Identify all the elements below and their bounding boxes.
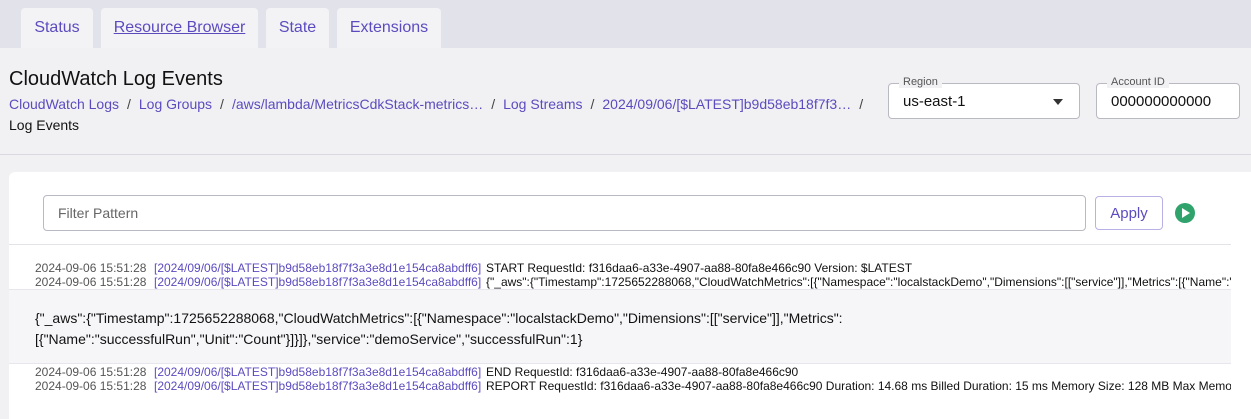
breadcrumb-cloudwatch-logs[interactable]: CloudWatch Logs bbox=[9, 96, 119, 112]
tab-status[interactable]: Status bbox=[21, 8, 93, 48]
log-event-row[interactable]: 2024-09-06 15:51:28 [2024/09/06/[$LATEST… bbox=[9, 261, 1231, 275]
breadcrumb-separator: / bbox=[491, 96, 496, 112]
log-message: END RequestId: f316daa6-a33e-4907-aa88-8… bbox=[486, 365, 799, 379]
log-message: {"_aws":{"Timestamp":1725652288068,"Clou… bbox=[486, 275, 1231, 289]
tab-label: Status bbox=[34, 19, 80, 36]
breadcrumb-separator: / bbox=[126, 96, 131, 112]
log-message: START RequestId: f316daa6-a33e-4907-aa88… bbox=[486, 261, 913, 275]
breadcrumb-log-stream[interactable]: 2024/09/06/[$LATEST]b9d58eb18f7f3… bbox=[602, 96, 851, 112]
log-stream-link[interactable]: [2024/09/06/[$LATEST]b9d58eb18f7f3a3e8d1… bbox=[154, 261, 481, 275]
log-event-row[interactable]: 2024-09-06 15:51:28 [2024/09/06/[$LATEST… bbox=[9, 379, 1231, 393]
breadcrumb-log-group[interactable]: /aws/lambda/MetricsCdkStack-metrics… bbox=[232, 96, 483, 112]
account-id-label: Account ID bbox=[1107, 76, 1169, 88]
account-id-value: 000000000000 bbox=[1111, 93, 1212, 110]
log-timestamp: 2024-09-06 15:51:28 bbox=[35, 261, 147, 275]
log-stream-link[interactable]: [2024/09/06/[$LATEST]b9d58eb18f7f3a3e8d1… bbox=[154, 379, 481, 393]
breadcrumb-log-streams[interactable]: Log Streams bbox=[503, 96, 582, 112]
breadcrumb-separator: / bbox=[590, 96, 595, 112]
panel-divider bbox=[9, 244, 1231, 245]
region-value: us-east-1 bbox=[903, 93, 966, 110]
tab-extensions[interactable]: Extensions bbox=[337, 8, 441, 48]
log-timestamp: 2024-09-06 15:51:28 bbox=[35, 365, 147, 379]
account-id-field[interactable]: Account ID 000000000000 bbox=[1096, 76, 1240, 119]
log-event-row[interactable]: 2024-09-06 15:51:28 [2024/09/06/[$LATEST… bbox=[9, 365, 1231, 379]
page-title: CloudWatch Log Events bbox=[9, 68, 223, 90]
log-timestamp: 2024-09-06 15:51:28 bbox=[35, 275, 147, 289]
expanded-log-message: {"_aws":{"Timestamp":1725652288068,"Clou… bbox=[9, 289, 1231, 364]
apply-button[interactable]: Apply bbox=[1095, 196, 1163, 230]
filter-pattern-input[interactable] bbox=[43, 195, 1086, 231]
region-label: Region bbox=[899, 76, 942, 88]
log-stream-link[interactable]: [2024/09/06/[$LATEST]b9d58eb18f7f3a3e8d1… bbox=[154, 275, 481, 289]
breadcrumb: CloudWatch Logs / Log Groups / /aws/lambda/M… bbox=[9, 94, 879, 136]
breadcrumb-separator: / bbox=[859, 96, 864, 112]
log-timestamp: 2024-09-06 15:51:28 bbox=[35, 379, 147, 393]
expanded-message-text: {"_aws":{"Timestamp":1725652288068,"Clou… bbox=[35, 310, 843, 347]
log-stream-link[interactable]: [2024/09/06/[$LATEST]b9d58eb18f7f3a3e8d1… bbox=[154, 365, 481, 379]
tab-label: Resource Browser bbox=[113, 19, 246, 36]
log-events-panel: Apply 2024-09-06 15:51:28 [2024/09/06/[$… bbox=[9, 172, 1251, 419]
log-event-row[interactable]: 2024-09-06 15:51:28 [2024/09/06/[$LATEST… bbox=[9, 275, 1231, 289]
tab-label: Extensions bbox=[349, 19, 429, 36]
log-message: REPORT RequestId: f316daa6-a33e-4907-aa8… bbox=[486, 379, 1231, 393]
tab-resource-browser[interactable]: Resource Browser bbox=[101, 8, 258, 48]
tab-state[interactable]: State bbox=[266, 8, 329, 48]
tab-bar: Status Resource Browser State Extensions bbox=[0, 0, 1251, 48]
play-icon[interactable] bbox=[1175, 203, 1195, 223]
breadcrumb-separator: / bbox=[220, 96, 224, 112]
breadcrumb-log-groups[interactable]: Log Groups bbox=[139, 96, 212, 112]
header-divider bbox=[0, 154, 1251, 155]
breadcrumb-current: Log Events bbox=[9, 117, 80, 133]
region-select[interactable]: Region us-east-1 bbox=[888, 76, 1080, 119]
chevron-down-icon bbox=[1053, 99, 1063, 105]
tab-label: State bbox=[278, 19, 317, 36]
